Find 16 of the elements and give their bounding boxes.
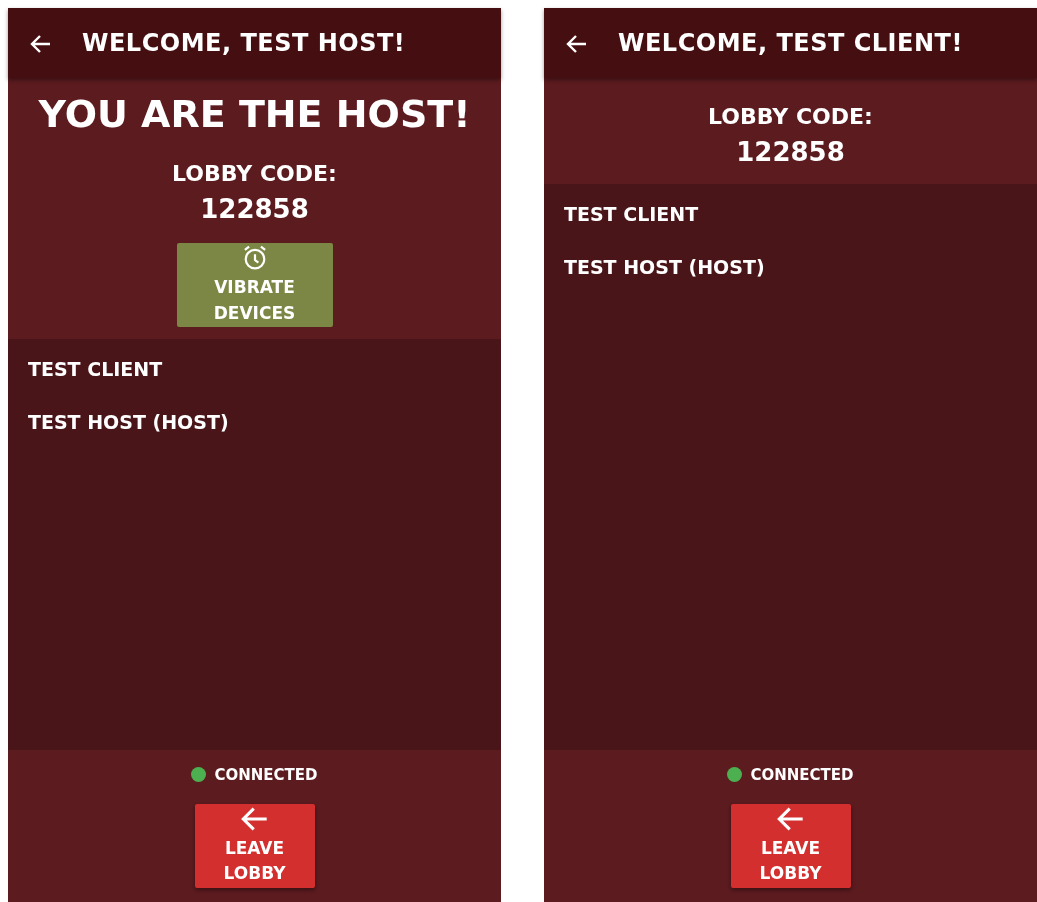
player-name: TEST HOST (HOST): [564, 254, 766, 280]
lobby-code: 122858: [200, 193, 309, 226]
lobby-code-label: LOBBY CODE:: [172, 160, 337, 188]
vibrate-button[interactable]: VIBRATE DEVICES: [176, 243, 333, 327]
lobby-code: 122858: [736, 136, 845, 169]
app-bar-title: WELCOME, TEST HOST!: [82, 28, 406, 59]
player-name: TEST HOST (HOST): [28, 409, 230, 435]
role-heading: YOU ARE THE HOST!: [38, 91, 471, 138]
leave-lobby-button[interactable]: LEAVE LOBBY: [194, 804, 315, 888]
status-label: CONNECTED: [750, 764, 854, 786]
lobby-code-label: LOBBY CODE:: [708, 103, 873, 131]
player-name: TEST CLIENT: [28, 357, 164, 382]
player-name: TEST CLIENT: [564, 202, 700, 227]
status-label: CONNECTED: [214, 764, 318, 786]
leave-lobby-button[interactable]: LEAVE LOBBY: [730, 804, 851, 888]
app-bar-title: WELCOME, TEST CLIENT!: [618, 28, 963, 59]
